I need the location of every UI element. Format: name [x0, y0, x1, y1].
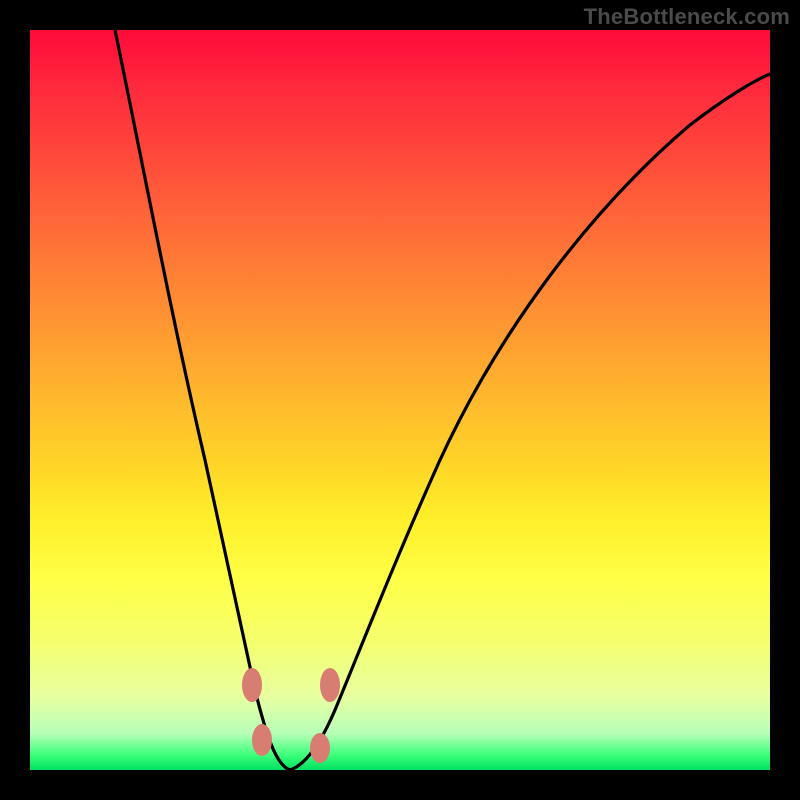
bottleneck-curve	[115, 30, 770, 770]
marker-right-lower	[310, 733, 330, 763]
plot-area	[30, 30, 770, 770]
marker-left-lower	[252, 724, 272, 756]
watermark-text: TheBottleneck.com	[584, 4, 790, 30]
chart-overlay	[30, 30, 770, 770]
marker-right-upper	[320, 668, 340, 702]
chart-frame: TheBottleneck.com	[0, 0, 800, 800]
marker-left-upper	[242, 668, 262, 702]
